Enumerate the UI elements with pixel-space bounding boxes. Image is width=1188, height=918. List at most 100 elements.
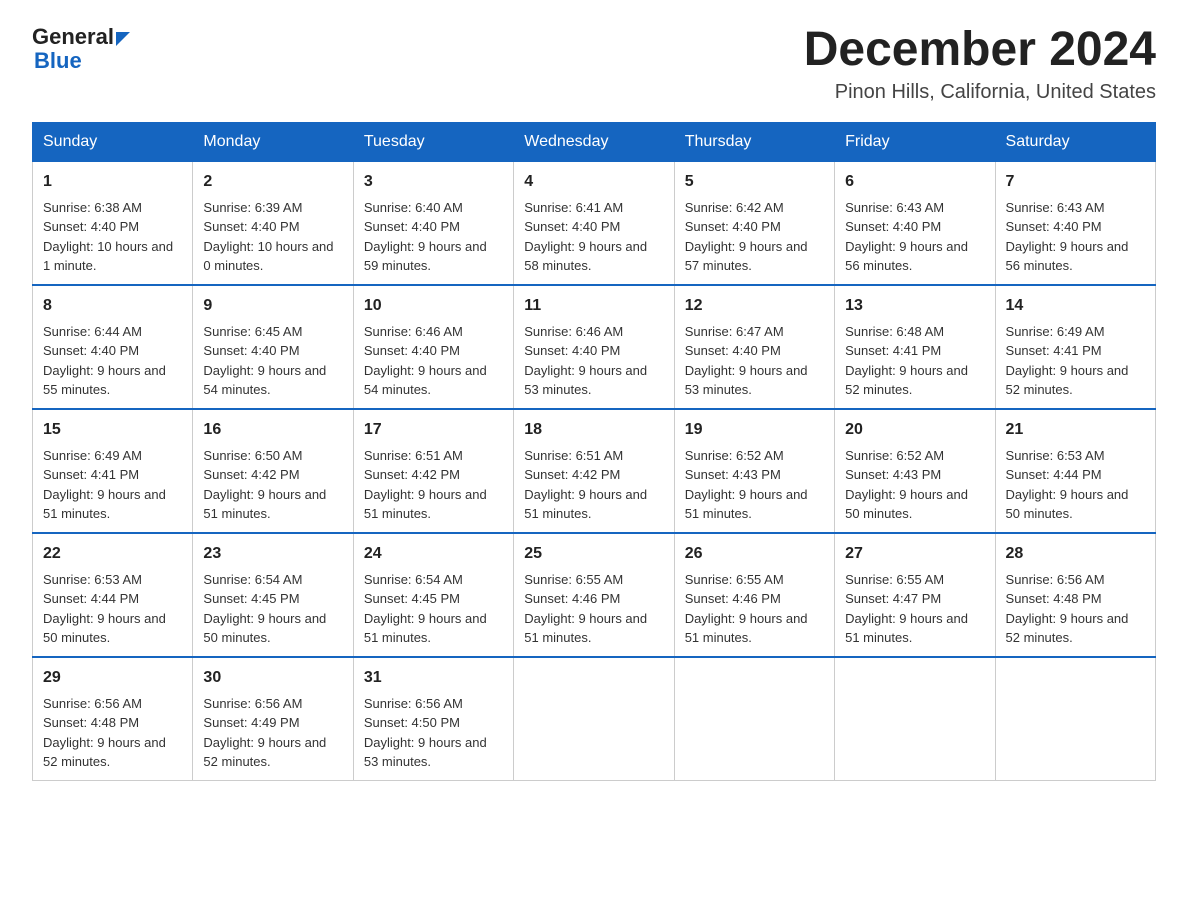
calendar-cell: 16 Sunrise: 6:50 AMSunset: 4:42 PMDaylig… (193, 409, 353, 533)
week-row-4: 22 Sunrise: 6:53 AMSunset: 4:44 PMDaylig… (33, 533, 1156, 657)
calendar-cell: 6 Sunrise: 6:43 AMSunset: 4:40 PMDayligh… (835, 161, 995, 285)
week-row-2: 8 Sunrise: 6:44 AMSunset: 4:40 PMDayligh… (33, 285, 1156, 409)
day-info: Sunrise: 6:47 AMSunset: 4:40 PMDaylight:… (685, 324, 808, 398)
calendar-cell: 5 Sunrise: 6:42 AMSunset: 4:40 PMDayligh… (674, 161, 834, 285)
calendar-cell: 7 Sunrise: 6:43 AMSunset: 4:40 PMDayligh… (995, 161, 1155, 285)
calendar-cell: 8 Sunrise: 6:44 AMSunset: 4:40 PMDayligh… (33, 285, 193, 409)
day-number: 31 (364, 666, 503, 690)
calendar-cell: 20 Sunrise: 6:52 AMSunset: 4:43 PMDaylig… (835, 409, 995, 533)
calendar-subtitle: Pinon Hills, California, United States (804, 81, 1156, 104)
day-info: Sunrise: 6:49 AMSunset: 4:41 PMDaylight:… (1006, 324, 1129, 398)
calendar-cell: 9 Sunrise: 6:45 AMSunset: 4:40 PMDayligh… (193, 285, 353, 409)
calendar-cell (514, 657, 674, 781)
calendar-cell: 25 Sunrise: 6:55 AMSunset: 4:46 PMDaylig… (514, 533, 674, 657)
day-number: 13 (845, 294, 984, 318)
day-info: Sunrise: 6:41 AMSunset: 4:40 PMDaylight:… (524, 200, 647, 274)
day-number: 26 (685, 542, 824, 566)
day-number: 28 (1006, 542, 1145, 566)
calendar-cell: 21 Sunrise: 6:53 AMSunset: 4:44 PMDaylig… (995, 409, 1155, 533)
day-number: 20 (845, 418, 984, 442)
day-number: 25 (524, 542, 663, 566)
calendar-cell: 12 Sunrise: 6:47 AMSunset: 4:40 PMDaylig… (674, 285, 834, 409)
day-number: 12 (685, 294, 824, 318)
calendar-cell: 2 Sunrise: 6:39 AMSunset: 4:40 PMDayligh… (193, 161, 353, 285)
calendar-cell: 18 Sunrise: 6:51 AMSunset: 4:42 PMDaylig… (514, 409, 674, 533)
day-info: Sunrise: 6:52 AMSunset: 4:43 PMDaylight:… (685, 448, 808, 522)
day-info: Sunrise: 6:56 AMSunset: 4:50 PMDaylight:… (364, 696, 487, 770)
calendar-cell: 26 Sunrise: 6:55 AMSunset: 4:46 PMDaylig… (674, 533, 834, 657)
day-info: Sunrise: 6:43 AMSunset: 4:40 PMDaylight:… (845, 200, 968, 274)
day-info: Sunrise: 6:38 AMSunset: 4:40 PMDaylight:… (43, 200, 173, 274)
day-info: Sunrise: 6:45 AMSunset: 4:40 PMDaylight:… (203, 324, 326, 398)
calendar-cell: 27 Sunrise: 6:55 AMSunset: 4:47 PMDaylig… (835, 533, 995, 657)
day-info: Sunrise: 6:55 AMSunset: 4:46 PMDaylight:… (685, 572, 808, 646)
day-number: 24 (364, 542, 503, 566)
day-number: 19 (685, 418, 824, 442)
col-header-thursday: Thursday (674, 122, 834, 161)
calendar-cell: 30 Sunrise: 6:56 AMSunset: 4:49 PMDaylig… (193, 657, 353, 781)
day-number: 9 (203, 294, 342, 318)
calendar-cell: 11 Sunrise: 6:46 AMSunset: 4:40 PMDaylig… (514, 285, 674, 409)
day-number: 10 (364, 294, 503, 318)
day-number: 6 (845, 170, 984, 194)
week-row-1: 1 Sunrise: 6:38 AMSunset: 4:40 PMDayligh… (33, 161, 1156, 285)
day-info: Sunrise: 6:53 AMSunset: 4:44 PMDaylight:… (1006, 448, 1129, 522)
col-header-friday: Friday (835, 122, 995, 161)
day-info: Sunrise: 6:52 AMSunset: 4:43 PMDaylight:… (845, 448, 968, 522)
calendar-cell: 24 Sunrise: 6:54 AMSunset: 4:45 PMDaylig… (353, 533, 513, 657)
day-info: Sunrise: 6:53 AMSunset: 4:44 PMDaylight:… (43, 572, 166, 646)
day-number: 3 (364, 170, 503, 194)
calendar-cell: 23 Sunrise: 6:54 AMSunset: 4:45 PMDaylig… (193, 533, 353, 657)
calendar-cell: 13 Sunrise: 6:48 AMSunset: 4:41 PMDaylig… (835, 285, 995, 409)
calendar-header-row: SundayMondayTuesdayWednesdayThursdayFrid… (33, 122, 1156, 161)
day-number: 1 (43, 170, 182, 194)
col-header-wednesday: Wednesday (514, 122, 674, 161)
col-header-saturday: Saturday (995, 122, 1155, 161)
calendar-cell: 1 Sunrise: 6:38 AMSunset: 4:40 PMDayligh… (33, 161, 193, 285)
day-number: 27 (845, 542, 984, 566)
day-number: 8 (43, 294, 182, 318)
logo: General Blue (32, 24, 130, 74)
calendar-title: December 2024 (804, 24, 1156, 77)
day-info: Sunrise: 6:55 AMSunset: 4:46 PMDaylight:… (524, 572, 647, 646)
day-info: Sunrise: 6:51 AMSunset: 4:42 PMDaylight:… (364, 448, 487, 522)
day-info: Sunrise: 6:55 AMSunset: 4:47 PMDaylight:… (845, 572, 968, 646)
week-row-3: 15 Sunrise: 6:49 AMSunset: 4:41 PMDaylig… (33, 409, 1156, 533)
day-number: 29 (43, 666, 182, 690)
calendar-cell: 3 Sunrise: 6:40 AMSunset: 4:40 PMDayligh… (353, 161, 513, 285)
day-info: Sunrise: 6:46 AMSunset: 4:40 PMDaylight:… (364, 324, 487, 398)
day-info: Sunrise: 6:54 AMSunset: 4:45 PMDaylight:… (203, 572, 326, 646)
logo-triangle-icon (116, 32, 130, 46)
day-number: 5 (685, 170, 824, 194)
day-number: 23 (203, 542, 342, 566)
calendar-table: SundayMondayTuesdayWednesdayThursdayFrid… (32, 122, 1156, 781)
title-area: December 2024 Pinon Hills, California, U… (804, 24, 1156, 104)
day-info: Sunrise: 6:46 AMSunset: 4:40 PMDaylight:… (524, 324, 647, 398)
day-number: 14 (1006, 294, 1145, 318)
calendar-cell: 15 Sunrise: 6:49 AMSunset: 4:41 PMDaylig… (33, 409, 193, 533)
day-number: 15 (43, 418, 182, 442)
calendar-cell (674, 657, 834, 781)
week-row-5: 29 Sunrise: 6:56 AMSunset: 4:48 PMDaylig… (33, 657, 1156, 781)
day-info: Sunrise: 6:56 AMSunset: 4:48 PMDaylight:… (43, 696, 166, 770)
day-number: 21 (1006, 418, 1145, 442)
day-info: Sunrise: 6:54 AMSunset: 4:45 PMDaylight:… (364, 572, 487, 646)
day-info: Sunrise: 6:39 AMSunset: 4:40 PMDaylight:… (203, 200, 333, 274)
calendar-cell: 14 Sunrise: 6:49 AMSunset: 4:41 PMDaylig… (995, 285, 1155, 409)
day-number: 16 (203, 418, 342, 442)
day-number: 17 (364, 418, 503, 442)
logo-blue-text: Blue (32, 48, 82, 74)
day-number: 7 (1006, 170, 1145, 194)
day-number: 11 (524, 294, 663, 318)
day-info: Sunrise: 6:56 AMSunset: 4:49 PMDaylight:… (203, 696, 326, 770)
calendar-cell (995, 657, 1155, 781)
day-number: 30 (203, 666, 342, 690)
day-info: Sunrise: 6:42 AMSunset: 4:40 PMDaylight:… (685, 200, 808, 274)
calendar-cell: 28 Sunrise: 6:56 AMSunset: 4:48 PMDaylig… (995, 533, 1155, 657)
logo-general-text: General (32, 24, 114, 50)
calendar-cell: 4 Sunrise: 6:41 AMSunset: 4:40 PMDayligh… (514, 161, 674, 285)
day-number: 2 (203, 170, 342, 194)
calendar-cell: 31 Sunrise: 6:56 AMSunset: 4:50 PMDaylig… (353, 657, 513, 781)
header: General Blue December 2024 Pinon Hills, … (32, 24, 1156, 104)
day-info: Sunrise: 6:50 AMSunset: 4:42 PMDaylight:… (203, 448, 326, 522)
